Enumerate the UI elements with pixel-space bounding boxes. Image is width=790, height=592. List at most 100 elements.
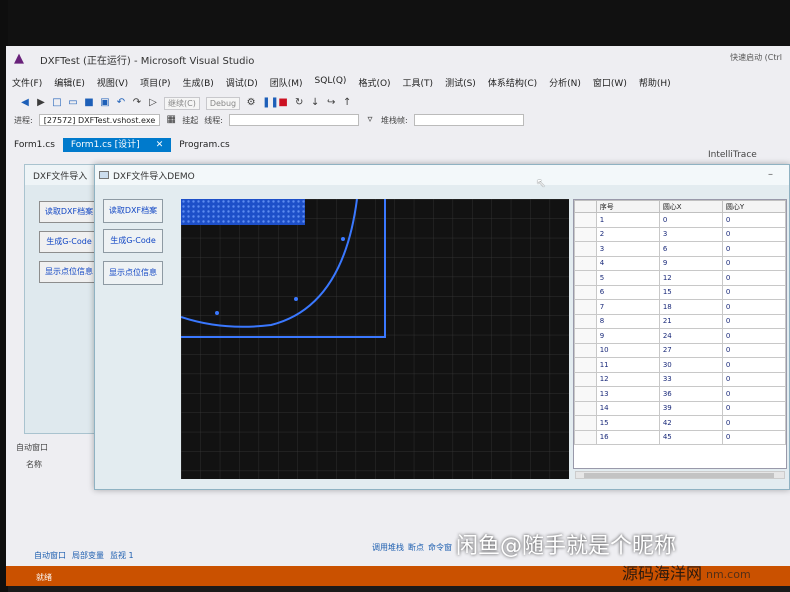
cell-center-x[interactable]: 27 [658,342,723,358]
cell-center-y[interactable]: 0 [721,400,786,416]
save-all-icon[interactable]: ▣ [100,98,110,108]
cell-center-x[interactable]: 24 [658,328,723,344]
cell-index[interactable]: 13 [595,386,660,402]
stackframe-dropdown[interactable] [413,114,524,126]
cell-center-x[interactable]: 18 [658,299,723,315]
cell-center-y[interactable]: 0 [721,241,786,257]
cell-index[interactable]: 8 [595,313,660,329]
row-header[interactable] [574,415,597,431]
cell-center-x[interactable]: 36 [658,386,723,402]
row-header[interactable] [574,328,597,344]
cell-index[interactable]: 11 [595,357,660,373]
config-dropdown[interactable]: Debug [205,96,241,110]
table-row[interactable]: 10 27 0 [574,342,786,358]
table-row[interactable]: 100 [574,212,786,228]
stop-icon[interactable]: ■ [278,98,288,108]
cell-center-x[interactable]: 30 [658,357,723,373]
cell-center-y[interactable]: 0 [721,226,786,242]
menu-debug[interactable]: 调试(D) [226,76,258,92]
tab-form1-designer[interactable]: Form1.cs [设计] [62,138,148,152]
filter-icon[interactable]: ▿ [365,115,375,125]
row-header[interactable] [574,241,597,257]
intellitrace-panel-title[interactable]: IntelliTrace [708,150,757,160]
grid-horizontal-scrollbar[interactable] [575,471,785,479]
menu-analyze[interactable]: 分析(N) [549,76,581,92]
tab-command-window[interactable]: 命令窗 [428,542,452,553]
menu-test[interactable]: 测试(S) [445,76,476,92]
cell-center-y[interactable]: 0 [721,357,786,373]
cell-center-x[interactable]: 45 [658,429,723,445]
forward-icon[interactable]: ▶ [36,98,46,108]
thread-dropdown[interactable] [228,114,359,126]
row-header[interactable] [574,255,597,271]
menu-file[interactable]: 文件(F) [12,76,42,92]
table-row[interactable]: 11 30 0 [574,357,786,373]
step-into-icon[interactable]: ↓ [310,98,320,108]
cell-center-y[interactable]: 0 [721,299,786,315]
tab-watch[interactable]: 监视 1 [110,550,134,561]
menu-view[interactable]: 视图(V) [97,76,128,92]
cell-index[interactable]: 12 [595,371,660,387]
points-datagrid[interactable]: 序号 圆心X 圆心Y 1 0 0 2 3 0 3 6 0 4 9 0 5 12 0 6 15 0 7 18 0 8 21 0 9… [573,199,787,469]
table-row[interactable]: 8 21 0 [574,313,786,329]
table-row[interactable]: 14 39 0 [574,400,786,416]
generate-gcode-button[interactable]: 生成G-Code [103,229,163,253]
grid-col-center-y[interactable]: 圆心Y [721,200,786,213]
cell-center-y[interactable]: 0 [721,284,786,300]
step-over-icon[interactable]: ↪ [326,98,336,108]
tab-breakpoints[interactable]: 断点 [408,542,424,553]
cell-center-x[interactable]: 33 [658,371,723,387]
step-out-icon[interactable]: ↑ [342,98,352,108]
cell-index[interactable]: 7 [595,299,660,315]
cell-center-y[interactable]: 0 [721,328,786,344]
tab-locals[interactable]: 局部变量 [72,550,104,561]
row-header[interactable] [574,212,597,228]
grid-col-index[interactable]: 序号 [595,200,660,213]
cell-center-y[interactable]: 0 [721,212,786,228]
minimize-icon[interactable]: – [768,169,773,180]
read-dxf-button[interactable]: 读取DXF档案 [103,199,163,223]
tab-close-icon[interactable]: ✕ [147,138,172,152]
row-header[interactable] [574,400,597,416]
table-row[interactable]: 6 15 0 [574,284,786,300]
cell-center-x[interactable]: 3 [658,226,723,242]
cell-index[interactable]: 1 [595,212,660,228]
row-header[interactable] [574,386,597,402]
menu-sql[interactable]: SQL(Q) [315,76,347,92]
cell-index[interactable]: 5 [595,270,660,286]
table-row[interactable]: 230 [574,226,786,242]
cell-center-y[interactable]: 0 [721,371,786,387]
tab-autos[interactable]: 自动窗口 [34,550,66,561]
dxf-canvas[interactable] [181,199,569,479]
table-row[interactable]: 490 [574,255,786,271]
menu-team[interactable]: 团队(M) [270,76,303,92]
cell-index[interactable]: 15 [595,415,660,431]
quick-launch-input[interactable]: 快速启动 (Ctrl [730,52,782,63]
cell-index[interactable]: 16 [595,429,660,445]
cell-center-y[interactable]: 0 [721,255,786,271]
cell-index[interactable]: 10 [595,342,660,358]
designer-gcode-button[interactable]: 生成G-Code [39,231,99,253]
save-icon[interactable]: ■ [84,98,94,108]
menu-format[interactable]: 格式(O) [358,76,390,92]
pause-icon[interactable]: ❚❚ [262,98,279,108]
cell-index[interactable]: 6 [595,284,660,300]
cell-center-x[interactable]: 0 [658,212,723,228]
back-icon[interactable]: ◀ [20,98,30,108]
undo-icon[interactable]: ↶ [116,98,126,108]
menu-edit[interactable]: 编辑(E) [54,76,85,92]
cell-center-x[interactable]: 15 [658,284,723,300]
designer-points-button[interactable]: 显示点位信息 [39,261,99,283]
cell-center-y[interactable]: 0 [721,270,786,286]
start-icon[interactable]: ▷ [148,98,158,108]
table-row[interactable]: 5 12 0 [574,270,786,286]
cell-index[interactable]: 3 [595,241,660,257]
cell-center-x[interactable]: 12 [658,270,723,286]
table-row[interactable]: 7 18 0 [574,299,786,315]
row-header[interactable] [574,299,597,315]
cell-index[interactable]: 9 [595,328,660,344]
row-header[interactable] [574,371,597,387]
menu-project[interactable]: 项目(P) [140,76,170,92]
continue-button[interactable]: 继续(C) [164,96,200,110]
tab-program-cs[interactable]: Program.cs [171,138,237,152]
